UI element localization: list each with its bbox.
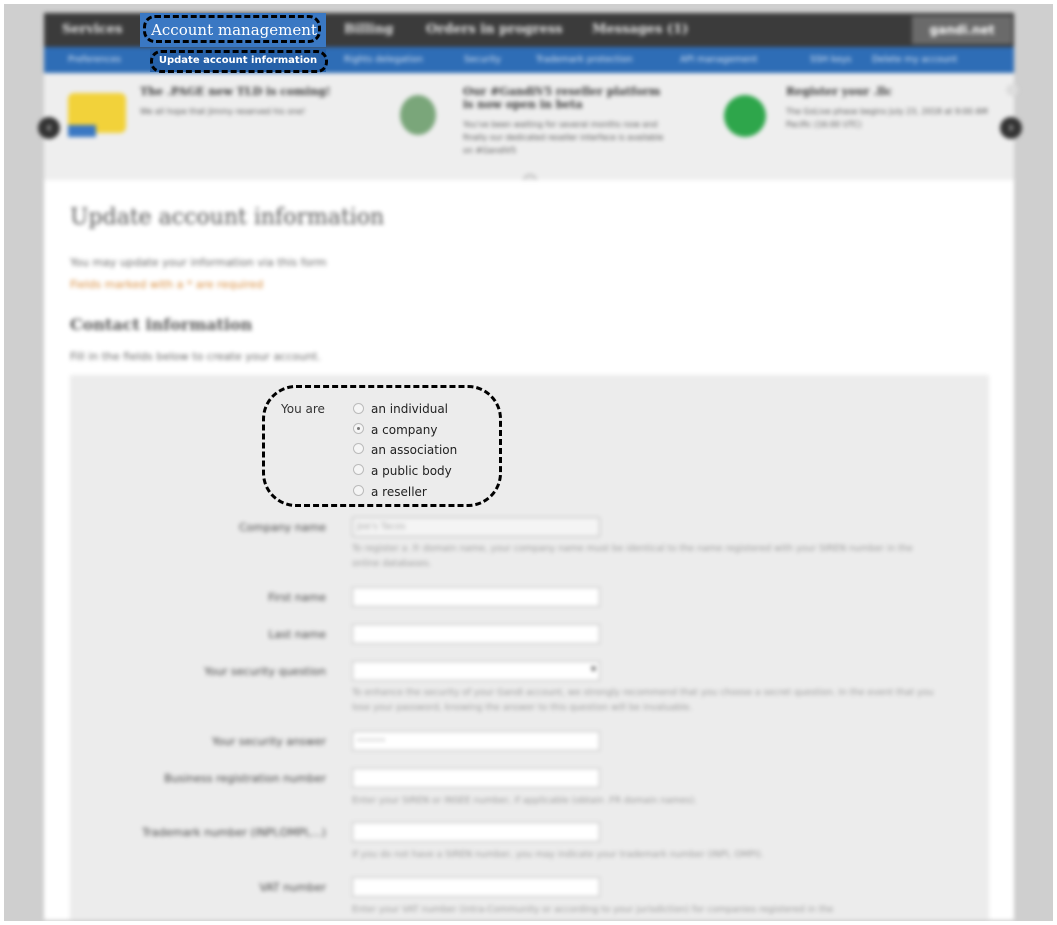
vat-label: VAT number <box>259 881 326 894</box>
company-name-input[interactable]: Joe's Tacos <box>352 517 600 537</box>
gandi-logo-icon <box>400 95 436 135</box>
brn-input[interactable] <box>352 768 600 788</box>
subnav-delete-account[interactable]: Delete my account <box>872 47 957 73</box>
last-name-label: Last name <box>268 628 326 641</box>
news-title-1[interactable]: The .PAGE new TLD is coming! <box>140 85 331 98</box>
company-name-help: To register a .fr domain name, your comp… <box>352 544 913 569</box>
close-icon[interactable] <box>1006 84 1018 96</box>
news-carousel: The .PAGE new TLD is coming! We all hope… <box>44 73 1018 188</box>
page-title: Update account information <box>70 205 385 230</box>
vat-help: Enter your VAT number (intra-Community o… <box>352 905 834 915</box>
trademark-label: Trademark number (INPI,OMPI,...) <box>142 826 326 839</box>
highlight-outline-subnav <box>150 50 328 73</box>
last-name-input[interactable] <box>352 624 600 644</box>
news-title-3[interactable]: Register your .llc <box>786 85 892 98</box>
highlight-outline-radio-group <box>262 385 502 507</box>
news-text-2: You've been waiting for several months n… <box>463 120 664 155</box>
brn-help: Enter your SIREN or INSEE number, if app… <box>352 796 697 806</box>
nav-services[interactable]: Services <box>62 13 123 47</box>
page-tld-badge-icon <box>68 125 96 137</box>
subnav-security[interactable]: Security <box>464 47 501 73</box>
trademark-help: If you do not have a SIREN number, you m… <box>352 850 764 860</box>
chevron-down-icon: ▾ <box>590 664 596 675</box>
intro-text: You may update your information via this… <box>70 256 327 269</box>
subnav-rights-delegation[interactable]: Rights delegation <box>344 47 423 73</box>
subnav-api[interactable]: API management <box>680 47 757 73</box>
first-name-input[interactable] <box>352 587 600 607</box>
highlight-outline-nav <box>143 15 321 43</box>
domain-badge[interactable]: gandi.net <box>912 16 1012 44</box>
nav-messages[interactable]: Messages (1) <box>592 13 688 47</box>
first-name-label: First name <box>268 591 326 604</box>
security-question-label: Your security question <box>204 665 326 678</box>
carousel-next-icon[interactable]: › <box>1000 117 1022 139</box>
section-title: Contact information <box>70 315 253 334</box>
security-answer-label: Your security answer <box>211 735 326 748</box>
security-question-select[interactable]: ▾ <box>352 661 600 681</box>
security-question-help: To enhance the security of your Gandi ac… <box>352 688 934 713</box>
carousel-prev-icon[interactable]: ‹ <box>38 117 60 139</box>
subnav-trademark[interactable]: Trademark protection <box>536 47 633 73</box>
subnav-preferences[interactable]: Preferences <box>68 47 121 73</box>
news-text-1: We all hope that Jimmy reserved his one! <box>140 107 306 116</box>
news-text-3: The GoLive phase begins July 23, 2018 at… <box>786 107 988 129</box>
company-name-label: Company name <box>238 521 326 534</box>
brn-label: Business registration number <box>164 772 326 785</box>
nav-orders[interactable]: Orders in progress <box>426 13 563 47</box>
llc-logo-icon <box>724 95 766 137</box>
trademark-input[interactable] <box>352 822 600 842</box>
required-note: Fields marked with a * are required <box>70 278 264 291</box>
section-intro: Fill in the fields below to create your … <box>70 350 321 363</box>
security-answer-input[interactable]: •••••• <box>352 731 600 751</box>
vat-input[interactable] <box>352 877 600 897</box>
news-title-2[interactable]: Our #GandiV5 reseller platform is now op… <box>463 85 673 111</box>
subnav-ssh[interactable]: SSH keys <box>810 47 852 73</box>
nav-billing[interactable]: Billing <box>344 13 393 47</box>
